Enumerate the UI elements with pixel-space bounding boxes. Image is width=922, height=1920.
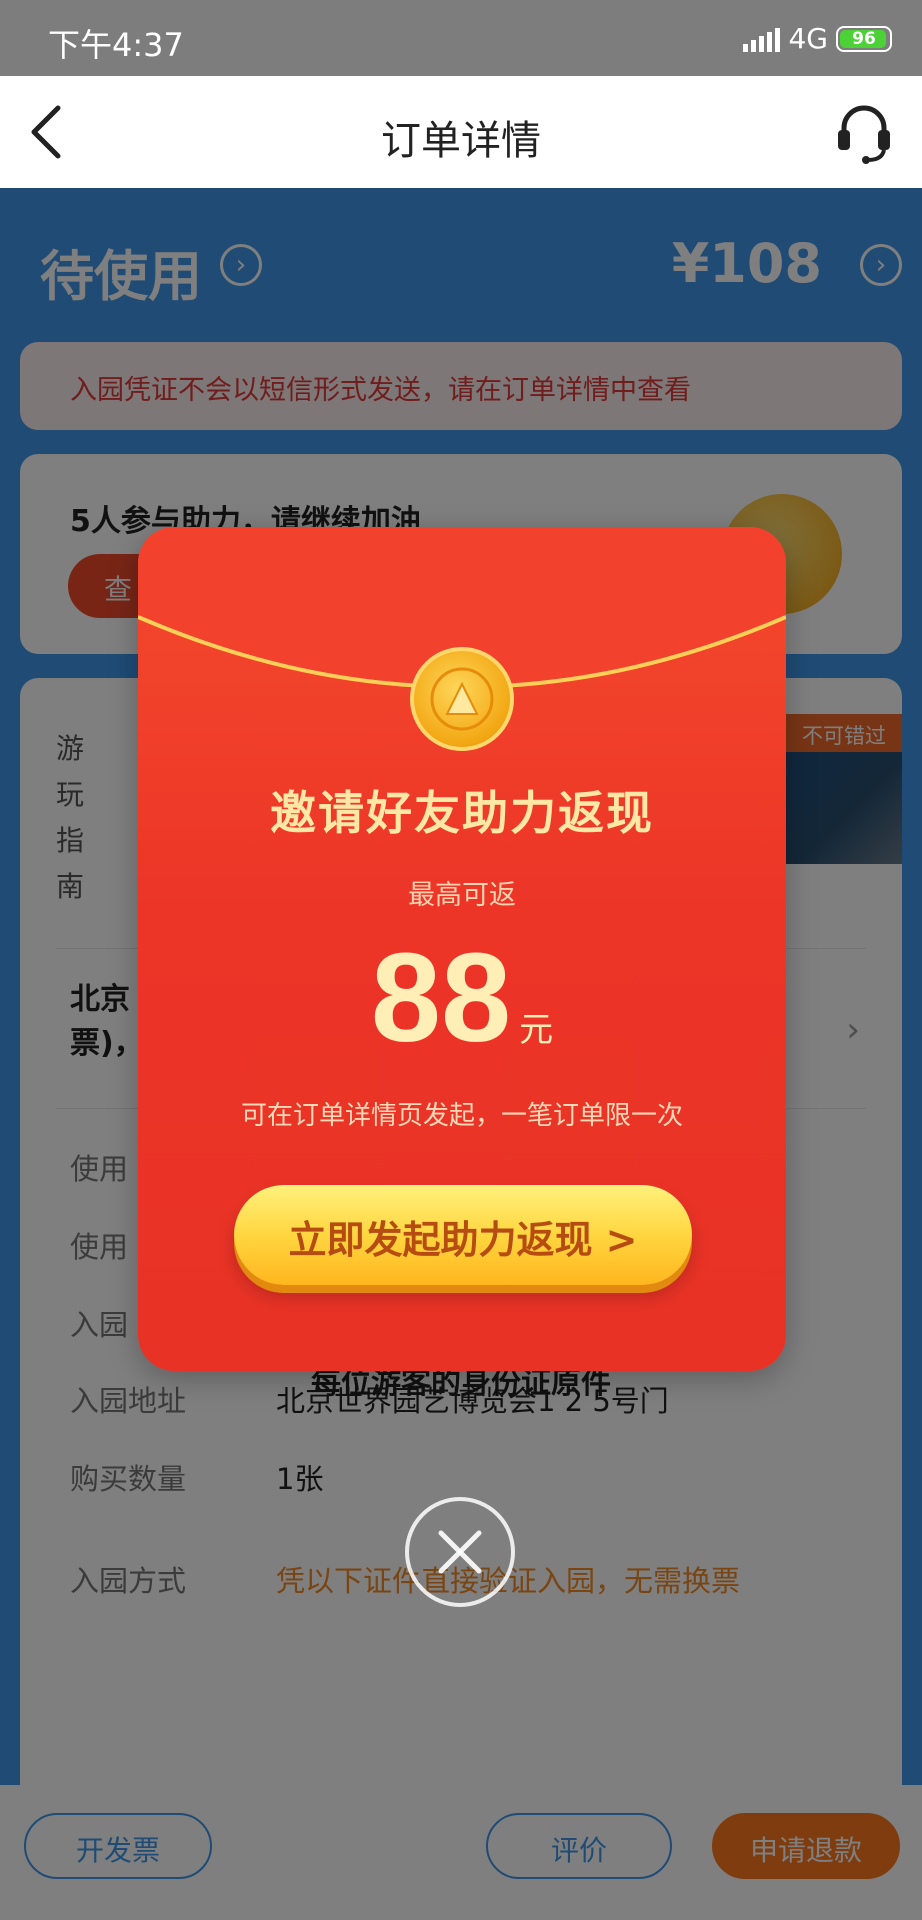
- cashback-amount: 88 元: [138, 925, 786, 1070]
- red-envelope-popup: 邀请好友助力返现 最高可返 88 元 可在订单详情页发起，一笔订单限一次 立即发起…: [138, 527, 786, 1371]
- headset-icon: [838, 105, 890, 164]
- popup-description: 可在订单详情页发起，一笔订单限一次: [240, 1101, 683, 1131]
- customer-service-button[interactable]: [832, 98, 896, 166]
- status-bar: 下午4:37 4G 96: [0, 0, 922, 76]
- close-popup-button[interactable]: [405, 1497, 515, 1607]
- close-icon: [438, 1530, 482, 1574]
- popup-title: 邀请好友助力返现: [270, 786, 654, 840]
- seal-icon: [410, 647, 514, 751]
- status-time: 下午4:37: [48, 26, 184, 64]
- battery-level: 96: [852, 28, 876, 49]
- signal-icon: [743, 26, 781, 52]
- nav-bar: 订单详情: [0, 76, 922, 188]
- amount-unit: 元: [519, 1010, 554, 1050]
- network-type: 4G: [788, 22, 828, 55]
- popup-subtitle: 最高可返: [408, 880, 516, 911]
- battery-icon: 96: [836, 25, 892, 52]
- start-assist-cashback-button[interactable]: 立即发起助力返现 >: [234, 1185, 692, 1285]
- page-title: 订单详情: [381, 118, 541, 164]
- status-icons: 4G 96: [743, 22, 892, 55]
- amount-number: 88: [370, 927, 512, 1068]
